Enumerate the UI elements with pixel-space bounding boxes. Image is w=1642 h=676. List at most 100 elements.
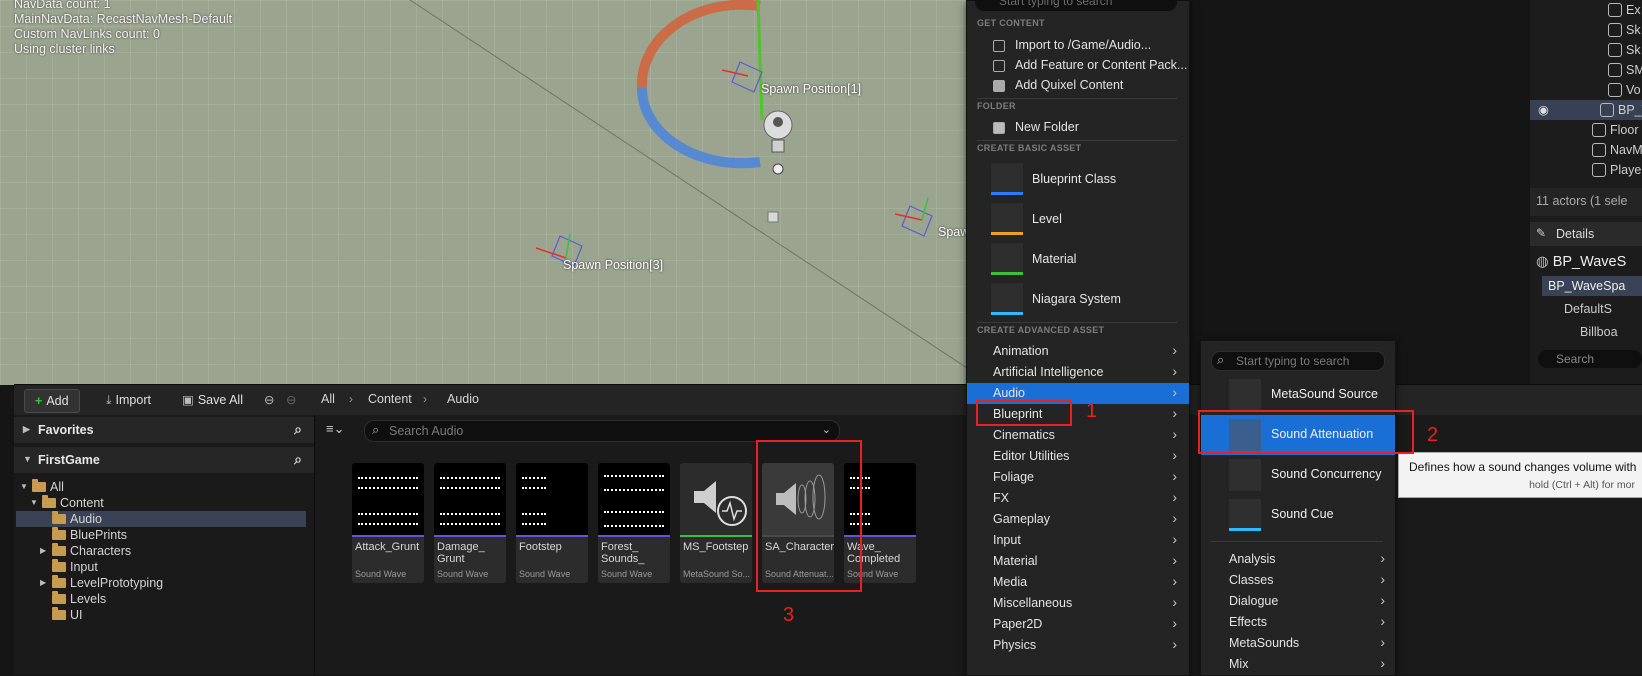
save-all-label: Save All [197, 393, 243, 407]
level-viewport[interactable]: NavData count: 1 MainNavData: RecastNavM… [0, 0, 970, 385]
category-label: Effects [1229, 615, 1267, 629]
collapsed-icon[interactable]: ▶ [40, 575, 46, 591]
chevron-down-icon[interactable]: ⌄ [822, 423, 831, 436]
submenu-item-metasound-source[interactable]: MetaSound Source [1201, 375, 1395, 415]
save-all-button[interactable]: ▣ Save All [182, 389, 243, 411]
category-label: Input [993, 533, 1021, 547]
asset-tile[interactable]: Damage_ Grunt Sound Wave [434, 463, 506, 583]
menu-category-ai[interactable]: Artificial Intelligence › [967, 362, 1189, 383]
submenu-category-mix[interactable]: Mix › [1201, 654, 1395, 675]
menu-category-animation[interactable]: Animation › [967, 341, 1189, 362]
folder-icon [52, 559, 66, 572]
outliner-row-selected[interactable]: ◉ BP_W [1530, 100, 1642, 120]
collapsed-icon[interactable]: ▶ [40, 543, 46, 559]
asset-search-input[interactable]: ⌕ Search Audio ⌄ [364, 420, 840, 442]
menu-item-material[interactable]: Material [967, 241, 1189, 277]
search-icon[interactable]: ⌕ [294, 451, 302, 468]
search-icon[interactable]: ⌕ [294, 421, 302, 438]
menu-item-blueprint-class[interactable]: Blueprint Class [967, 161, 1189, 197]
submenu-item-sound-cue[interactable]: Sound Cue [1201, 495, 1395, 535]
submenu-category-metasounds[interactable]: MetaSounds › [1201, 633, 1395, 654]
menu-category-material[interactable]: Material › [967, 551, 1189, 572]
expanded-icon: ▼ [20, 482, 28, 491]
expanded-icon: ▼ [23, 454, 32, 464]
eye-icon[interactable]: ◉ [1538, 102, 1549, 117]
tree-item-blueprints[interactable]: BluePrints [16, 527, 306, 543]
outliner-row[interactable]: NavM [1530, 140, 1642, 160]
asset-tile[interactable]: Footstep Sound Wave [516, 463, 588, 583]
category-label: Physics [993, 638, 1037, 652]
component-row[interactable]: Billboa [1580, 325, 1618, 339]
menu-category-gameplay[interactable]: Gameplay › [967, 509, 1189, 530]
submenu-category-classes[interactable]: Classes › [1201, 570, 1395, 591]
menu-item-import[interactable]: Import to /Game/Audio... [1015, 38, 1151, 52]
menu-category-cinematics[interactable]: Cinematics › [967, 425, 1189, 446]
import-button[interactable]: ⤓ Import [106, 389, 151, 411]
chevron-right-icon: › [349, 392, 353, 406]
breadcrumb-item[interactable]: All [321, 392, 335, 406]
folder-icon [52, 543, 66, 556]
save-icon: ▣ [182, 393, 194, 407]
menu-category-editor-utilities[interactable]: Editor Utilities › [967, 446, 1189, 467]
submenu-category-dialogue[interactable]: Dialogue › [1201, 591, 1395, 612]
component-row-selected[interactable]: BP_WaveSpa [1542, 276, 1642, 296]
menu-category-paper2d[interactable]: Paper2D › [967, 614, 1189, 635]
submenu-category-analysis[interactable]: Analysis › [1201, 549, 1395, 570]
menu-item-quixel[interactable]: Add Quixel Content [1015, 78, 1123, 92]
outliner-row[interactable]: Floor [1530, 120, 1642, 140]
submenu-item-sound-concurrency[interactable]: Sound Concurrency [1201, 455, 1395, 495]
back-arrow-icon[interactable]: ⊖ [264, 389, 274, 411]
project-section[interactable]: ▼ FirstGame ⌕ [14, 447, 314, 473]
breadcrumb-item[interactable]: Audio [447, 392, 479, 406]
tree-item-levels[interactable]: Levels [16, 591, 306, 607]
menu-item-new-folder[interactable]: New Folder [1015, 120, 1079, 134]
import-icon: ⤓ [106, 393, 112, 407]
menu-item-level[interactable]: Level [967, 201, 1189, 237]
tree-item-content[interactable]: ▼ Content [16, 495, 306, 511]
filter-icon[interactable]: ≡⌄ [326, 421, 344, 437]
annotation-number: 3 [783, 604, 795, 626]
menu-category-foliage[interactable]: Foliage › [967, 467, 1189, 488]
tree-item-audio[interactable]: Audio [16, 511, 306, 527]
tree-item-levelprototyping[interactable]: ▶ LevelPrototyping [16, 575, 306, 591]
tree-item-all[interactable]: ▼ All [16, 479, 306, 495]
favorites-section[interactable]: ▶ Favorites ⌕ [14, 417, 314, 443]
chevron-right-icon: › [1380, 571, 1385, 587]
spawn-label: Spawn Position[3] [563, 258, 664, 272]
breadcrumb-item[interactable]: Content [368, 392, 412, 406]
forward-arrow-icon[interactable]: ⊖ [286, 389, 296, 411]
menu-item-niagara-system[interactable]: Niagara System [967, 281, 1189, 317]
tree-item-characters[interactable]: ▶ Characters [16, 543, 306, 559]
folder-icon [52, 607, 66, 620]
outliner-row[interactable]: Playe [1530, 160, 1642, 180]
asset-tile[interactable]: Forest_ Sounds_ Sound Wave [598, 463, 670, 583]
menu-item-add-feature[interactable]: Add Feature or Content Pack... [1015, 58, 1187, 72]
submenu-category-effects[interactable]: Effects › [1201, 612, 1395, 633]
outliner-row[interactable]: Sk [1530, 40, 1642, 60]
menu-category-miscellaneous[interactable]: Miscellaneous › [967, 593, 1189, 614]
menu-category-input[interactable]: Input › [967, 530, 1189, 551]
outliner-row[interactable]: SM [1530, 60, 1642, 80]
component-row[interactable]: DefaultS [1564, 302, 1612, 316]
folder-icon [52, 527, 66, 540]
outliner-row[interactable]: Sk [1530, 20, 1642, 40]
outliner-row[interactable]: Ex [1530, 0, 1642, 20]
menu-search-input[interactable]: Start typing to search [975, 0, 1177, 11]
menu-category-fx[interactable]: FX › [967, 488, 1189, 509]
asset-tile[interactable]: Attack_Grunt Sound Wave [352, 463, 424, 583]
tree-item-input[interactable]: Input [16, 559, 306, 575]
outliner-row[interactable]: Vo [1530, 80, 1642, 100]
submenu-search-input[interactable]: ⌕ Start typing to search [1211, 351, 1385, 371]
tree-item-label: Input [70, 560, 98, 574]
asset-tile[interactable]: MS_Footstep MetaSound So... [680, 463, 752, 583]
details-tab[interactable]: ✎ Details [1530, 222, 1642, 246]
menu-category-physics[interactable]: Physics › [967, 635, 1189, 656]
outliner-row-label: Sk [1626, 23, 1641, 37]
tree-item-ui[interactable]: UI [16, 607, 306, 623]
chevron-right-icon: › [1380, 550, 1385, 566]
chevron-right-icon: › [1172, 510, 1177, 526]
add-button[interactable]: + Add [24, 389, 80, 413]
details-search[interactable]: Search [1538, 350, 1642, 368]
menu-category-media[interactable]: Media › [967, 572, 1189, 593]
spawn-label: Spawn Position[1] [761, 82, 862, 96]
